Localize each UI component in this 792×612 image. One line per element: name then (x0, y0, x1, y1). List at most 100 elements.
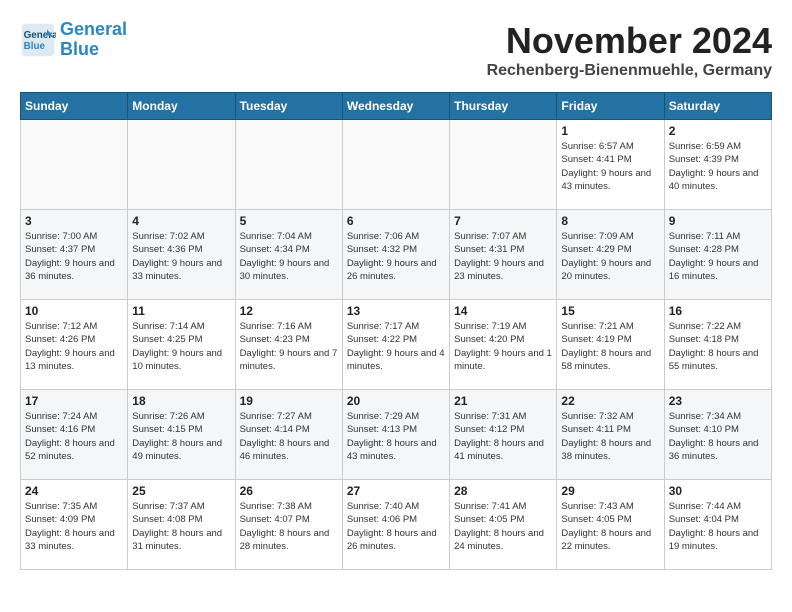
weekday-sunday: Sunday (21, 93, 128, 120)
calendar: SundayMondayTuesdayWednesdayThursdayFrid… (20, 92, 772, 570)
day-number: 14 (454, 304, 552, 318)
calendar-cell: 12 Sunrise: 7:16 AM Sunset: 4:23 PM Dayli… (235, 300, 342, 390)
logo: General Blue General Blue (20, 20, 127, 60)
day-info: Sunrise: 7:07 AM Sunset: 4:31 PM Dayligh… (454, 230, 552, 283)
day-info: Sunrise: 7:06 AM Sunset: 4:32 PM Dayligh… (347, 230, 445, 283)
day-number: 27 (347, 484, 445, 498)
calendar-cell (342, 120, 449, 210)
calendar-body: 1Sunrise: 6:57 AM Sunset: 4:41 PM Daylig… (21, 120, 772, 570)
calendar-cell: 24Sunrise: 7:35 AM Sunset: 4:09 PM Dayli… (21, 480, 128, 570)
weekday-header-row: SundayMondayTuesdayWednesdayThursdayFrid… (21, 93, 772, 120)
calendar-cell: 3Sunrise: 7:00 AM Sunset: 4:37 PM Daylig… (21, 210, 128, 300)
day-number: 21 (454, 394, 552, 408)
day-number: 19 (240, 394, 338, 408)
week-row-4: 24Sunrise: 7:35 AM Sunset: 4:09 PM Dayli… (21, 480, 772, 570)
day-number: 2 (669, 124, 767, 138)
calendar-cell: 20 Sunrise: 7:29 AM Sunset: 4:13 PM Dayli… (342, 390, 449, 480)
weekday-tuesday: Tuesday (235, 93, 342, 120)
day-info: Sunrise: 7:41 AM Sunset: 4:05 PM Dayligh… (454, 500, 552, 553)
day-info: Sunrise: 7:31 AM Sunset: 4:12 PM Dayligh… (454, 410, 552, 463)
day-info: Sunrise: 7:40 AM Sunset: 4:06 PM Dayligh… (347, 500, 445, 553)
day-info: Sunrise: 7:29 AM Sunset: 4:13 PM Dayligh… (347, 410, 445, 463)
day-number: 18 (132, 394, 230, 408)
calendar-cell: 23 Sunrise: 7:34 AM Sunset: 4:10 PM Dayli… (664, 390, 771, 480)
calendar-cell: 21 Sunrise: 7:31 AM Sunset: 4:12 PM Dayli… (450, 390, 557, 480)
day-number: 17 (25, 394, 123, 408)
day-info: Sunrise: 7:24 AM Sunset: 4:16 PM Dayligh… (25, 410, 123, 463)
day-number: 10 (25, 304, 123, 318)
weekday-saturday: Saturday (664, 93, 771, 120)
day-number: 4 (132, 214, 230, 228)
day-info: Sunrise: 7:38 AM Sunset: 4:07 PM Dayligh… (240, 500, 338, 553)
day-info: Sunrise: 7:09 AM Sunset: 4:29 PM Dayligh… (561, 230, 659, 283)
logo-line2: Blue (60, 39, 99, 59)
calendar-cell: 14 Sunrise: 7:19 AM Sunset: 4:20 PM Dayli… (450, 300, 557, 390)
day-info: Sunrise: 7:19 AM Sunset: 4:20 PM Dayligh… (454, 320, 552, 373)
day-info: Sunrise: 7:02 AM Sunset: 4:36 PM Dayligh… (132, 230, 230, 283)
logo-text: General Blue (60, 20, 127, 60)
day-number: 8 (561, 214, 659, 228)
day-number: 20 (347, 394, 445, 408)
month-title: November 2024 (487, 20, 772, 62)
weekday-thursday: Thursday (450, 93, 557, 120)
day-info: Sunrise: 7:17 AM Sunset: 4:22 PM Dayligh… (347, 320, 445, 373)
week-row-1: 3Sunrise: 7:00 AM Sunset: 4:37 PM Daylig… (21, 210, 772, 300)
day-info: Sunrise: 7:22 AM Sunset: 4:18 PM Dayligh… (669, 320, 767, 373)
day-info: Sunrise: 7:16 AM Sunset: 4:23 PM Dayligh… (240, 320, 338, 373)
svg-text:Blue: Blue (24, 41, 46, 52)
calendar-cell: 4 Sunrise: 7:02 AM Sunset: 4:36 PM Daylig… (128, 210, 235, 300)
calendar-cell: 10 Sunrise: 7:12 AM Sunset: 4:26 PM Dayli… (21, 300, 128, 390)
day-info: Sunrise: 7:37 AM Sunset: 4:08 PM Dayligh… (132, 500, 230, 553)
calendar-cell: 27 Sunrise: 7:40 AM Sunset: 4:06 PM Dayli… (342, 480, 449, 570)
calendar-cell: 26 Sunrise: 7:38 AM Sunset: 4:07 PM Dayli… (235, 480, 342, 570)
week-row-3: 17 Sunrise: 7:24 AM Sunset: 4:16 PM Dayli… (21, 390, 772, 480)
day-info: Sunrise: 7:21 AM Sunset: 4:19 PM Dayligh… (561, 320, 659, 373)
day-number: 9 (669, 214, 767, 228)
day-number: 24 (25, 484, 123, 498)
calendar-cell: 25 Sunrise: 7:37 AM Sunset: 4:08 PM Dayli… (128, 480, 235, 570)
calendar-cell (450, 120, 557, 210)
day-number: 11 (132, 304, 230, 318)
day-number: 15 (561, 304, 659, 318)
week-row-0: 1Sunrise: 6:57 AM Sunset: 4:41 PM Daylig… (21, 120, 772, 210)
weekday-monday: Monday (128, 93, 235, 120)
logo-icon: General Blue (20, 22, 56, 58)
week-row-2: 10 Sunrise: 7:12 AM Sunset: 4:26 PM Dayli… (21, 300, 772, 390)
calendar-cell (21, 120, 128, 210)
day-number: 28 (454, 484, 552, 498)
day-info: Sunrise: 7:12 AM Sunset: 4:26 PM Dayligh… (25, 320, 123, 373)
calendar-cell: 13 Sunrise: 7:17 AM Sunset: 4:22 PM Dayli… (342, 300, 449, 390)
day-number: 29 (561, 484, 659, 498)
calendar-cell: 22Sunrise: 7:32 AM Sunset: 4:11 PM Dayli… (557, 390, 664, 480)
logo-line1: General (60, 19, 127, 39)
day-info: Sunrise: 7:04 AM Sunset: 4:34 PM Dayligh… (240, 230, 338, 283)
day-number: 13 (347, 304, 445, 318)
calendar-cell (235, 120, 342, 210)
day-number: 25 (132, 484, 230, 498)
day-number: 12 (240, 304, 338, 318)
day-number: 30 (669, 484, 767, 498)
day-info: Sunrise: 7:26 AM Sunset: 4:15 PM Dayligh… (132, 410, 230, 463)
day-info: Sunrise: 7:14 AM Sunset: 4:25 PM Dayligh… (132, 320, 230, 373)
day-info: Sunrise: 7:32 AM Sunset: 4:11 PM Dayligh… (561, 410, 659, 463)
day-number: 5 (240, 214, 338, 228)
day-info: Sunrise: 7:27 AM Sunset: 4:14 PM Dayligh… (240, 410, 338, 463)
day-info: Sunrise: 6:59 AM Sunset: 4:39 PM Dayligh… (669, 140, 767, 193)
title-section: November 2024 Rechenberg-Bienenmuehle, G… (487, 20, 772, 80)
day-number: 7 (454, 214, 552, 228)
day-number: 23 (669, 394, 767, 408)
calendar-cell: 9 Sunrise: 7:11 AM Sunset: 4:28 PM Daylig… (664, 210, 771, 300)
day-number: 26 (240, 484, 338, 498)
calendar-cell: 6 Sunrise: 7:06 AM Sunset: 4:32 PM Daylig… (342, 210, 449, 300)
calendar-cell: 5 Sunrise: 7:04 AM Sunset: 4:34 PM Daylig… (235, 210, 342, 300)
day-info: Sunrise: 7:44 AM Sunset: 4:04 PM Dayligh… (669, 500, 767, 553)
day-info: Sunrise: 7:00 AM Sunset: 4:37 PM Dayligh… (25, 230, 123, 283)
day-number: 6 (347, 214, 445, 228)
day-info: Sunrise: 7:11 AM Sunset: 4:28 PM Dayligh… (669, 230, 767, 283)
calendar-cell: 15 Sunrise: 7:21 AM Sunset: 4:19 PM Dayli… (557, 300, 664, 390)
calendar-cell: 17 Sunrise: 7:24 AM Sunset: 4:16 PM Dayli… (21, 390, 128, 480)
calendar-cell: 16Sunrise: 7:22 AM Sunset: 4:18 PM Dayli… (664, 300, 771, 390)
day-info: Sunrise: 7:34 AM Sunset: 4:10 PM Dayligh… (669, 410, 767, 463)
weekday-friday: Friday (557, 93, 664, 120)
calendar-cell: 18 Sunrise: 7:26 AM Sunset: 4:15 PM Dayli… (128, 390, 235, 480)
